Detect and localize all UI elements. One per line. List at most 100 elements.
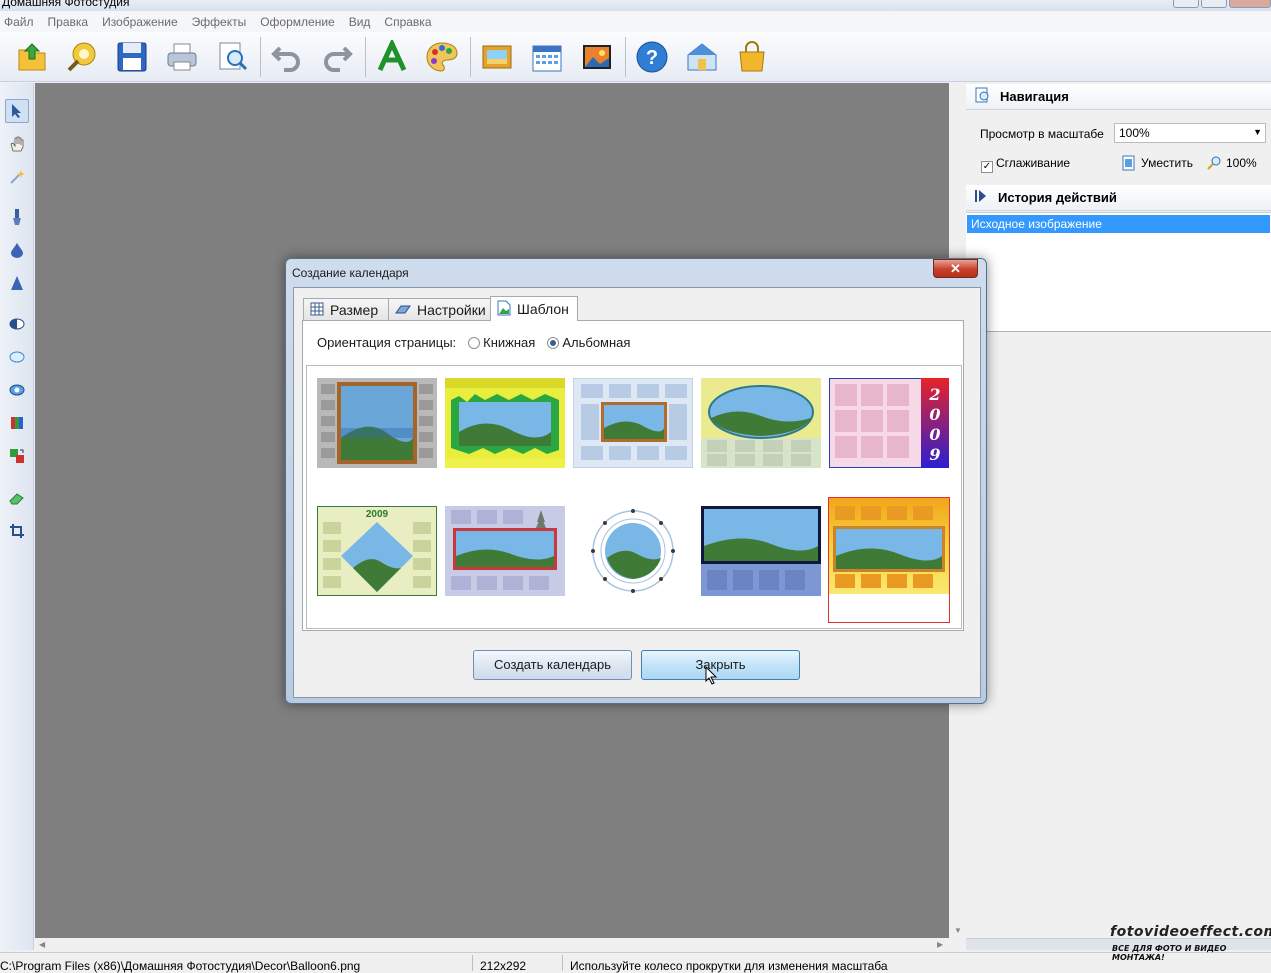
scroll-left-icon[interactable]: ◀ <box>39 940 45 949</box>
palette-icon[interactable] <box>422 37 462 77</box>
print-icon[interactable] <box>162 37 202 77</box>
eraser-icon <box>395 302 411 318</box>
year-digit: 0 <box>929 425 940 444</box>
status-path: C:\Program Files (x86)\Домашняя Фотостуд… <box>0 959 361 973</box>
maximize-button[interactable] <box>1201 0 1227 8</box>
preview-icon[interactable] <box>212 37 252 77</box>
close-window-button[interactable] <box>1229 0 1271 8</box>
menu-edit[interactable]: Правка <box>48 15 89 29</box>
collage-icon[interactable] <box>577 37 617 77</box>
navigation-icon <box>974 87 990 106</box>
text-icon[interactable] <box>372 37 412 77</box>
history-item[interactable]: Исходное изображение <box>967 215 1270 233</box>
hand-icon[interactable] <box>5 132 29 156</box>
redo-icon[interactable] <box>317 37 357 77</box>
menu-bar: Файл Правка Изображение Эффекты Оформлен… <box>0 11 1271 32</box>
checkmark-icon: ✓ <box>981 161 993 173</box>
brush-icon[interactable] <box>5 205 29 229</box>
orientation-row: Ориентация страницы: Книжная Альбомная <box>317 335 630 350</box>
help-icon[interactable]: ? <box>632 37 672 77</box>
horizontal-scrollbar[interactable]: ◀ ▶ <box>35 938 949 952</box>
magic-wand-icon[interactable] <box>5 165 29 189</box>
template-1[interactable] <box>317 378 437 468</box>
portrait-label[interactable]: Книжная <box>483 335 535 350</box>
calendar-icon[interactable] <box>527 37 567 77</box>
eraser-icon[interactable] <box>5 486 29 510</box>
orientation-label: Ориентация страницы: <box>317 335 457 350</box>
dialog-body: Размер Настройки Шаблон Ориентация стран… <box>293 287 981 698</box>
tab-settings[interactable]: Настройки <box>388 298 491 321</box>
landscape-radio[interactable] <box>547 336 560 349</box>
image-icon <box>497 300 511 319</box>
scroll-right-icon[interactable]: ▶ <box>937 940 943 949</box>
menu-help[interactable]: Справка <box>384 15 431 29</box>
portrait-radio[interactable] <box>468 336 481 349</box>
menu-effects[interactable]: Эффекты <box>192 15 247 29</box>
sharpen-icon[interactable] <box>5 271 29 295</box>
history-title: История действий <box>998 190 1117 205</box>
menu-file[interactable]: Файл <box>4 15 34 29</box>
template-5[interactable]: 2 0 0 9 <box>829 378 949 468</box>
template-year: 2009 <box>366 509 389 520</box>
right-panel: Навигация Просмотр в масштабе 100% ▼ ✓ Сг… <box>966 83 1271 950</box>
zoom-select[interactable]: 100% ▼ <box>1114 123 1266 143</box>
swap-colors-icon[interactable] <box>5 444 29 468</box>
save-icon[interactable] <box>112 37 152 77</box>
shop-icon[interactable] <box>732 37 772 77</box>
open-icon[interactable] <box>12 37 52 77</box>
toolbar-separator <box>365 36 366 77</box>
landscape-label[interactable]: Альбомная <box>562 335 630 350</box>
history-icon <box>974 189 988 206</box>
status-divider <box>472 955 473 971</box>
tab-template[interactable]: Шаблон <box>490 296 578 321</box>
zoom-value: 100% <box>1119 126 1150 140</box>
tab-size-label: Размер <box>330 302 379 318</box>
lens-icon[interactable] <box>5 345 29 369</box>
eye-icon[interactable] <box>5 378 29 402</box>
fit-button[interactable]: Уместить <box>1122 155 1193 171</box>
close-icon: ✕ <box>950 261 961 276</box>
undo-icon[interactable] <box>267 37 307 77</box>
close-dialog-button[interactable]: Закрыть <box>641 650 800 680</box>
navigation-header: Навигация <box>966 84 1271 110</box>
enhance-icon[interactable] <box>62 37 102 77</box>
history-list: Исходное изображение <box>966 212 1271 332</box>
year-digit: 2 <box>928 385 940 404</box>
history-header: История действий <box>966 185 1271 211</box>
window-controls <box>1173 0 1271 8</box>
minimize-button[interactable] <box>1173 0 1199 8</box>
drop-icon[interactable] <box>5 238 29 262</box>
actual-size-label: 100% <box>1226 156 1257 170</box>
scroll-down-icon[interactable]: ▼ <box>954 926 962 935</box>
actual-size-button[interactable]: 100% <box>1206 155 1257 171</box>
contrast-icon[interactable] <box>5 312 29 336</box>
create-calendar-button[interactable]: Создать календарь <box>473 650 632 680</box>
template-gallery: 2 0 0 9 2009 <box>306 365 962 629</box>
home-icon[interactable] <box>682 37 722 77</box>
template-4[interactable] <box>701 378 821 468</box>
dialog-close-button[interactable]: ✕ <box>933 259 978 278</box>
smoothing-checkbox[interactable]: ✓ Сглаживание <box>981 156 1070 173</box>
mouse-cursor-icon <box>705 666 718 685</box>
template-7[interactable] <box>445 506 565 596</box>
grid-icon <box>310 302 324 319</box>
menu-view[interactable]: Вид <box>349 15 371 29</box>
fit-icon <box>1122 155 1135 171</box>
template-10[interactable] <box>828 497 950 623</box>
template-6[interactable]: 2009 <box>317 506 437 596</box>
frame-icon[interactable] <box>477 37 517 77</box>
menu-decor[interactable]: Оформление <box>260 15 334 29</box>
menu-image[interactable]: Изображение <box>102 15 178 29</box>
template-3[interactable] <box>573 378 693 468</box>
tab-size[interactable]: Размер <box>303 298 389 321</box>
status-bar: C:\Program Files (x86)\Домашняя Фотостуд… <box>0 952 1271 973</box>
status-hint: Используйте колесо прокрутки для изменен… <box>570 959 888 973</box>
rgb-icon[interactable] <box>5 411 29 435</box>
select-icon[interactable] <box>5 99 29 123</box>
title-bar: Домашняя Фотостудия <box>0 0 1271 11</box>
crop-icon[interactable] <box>5 519 29 543</box>
toolbar-separator <box>260 36 261 77</box>
template-2[interactable] <box>445 378 565 468</box>
template-9[interactable] <box>701 506 821 596</box>
template-8[interactable] <box>573 506 693 596</box>
